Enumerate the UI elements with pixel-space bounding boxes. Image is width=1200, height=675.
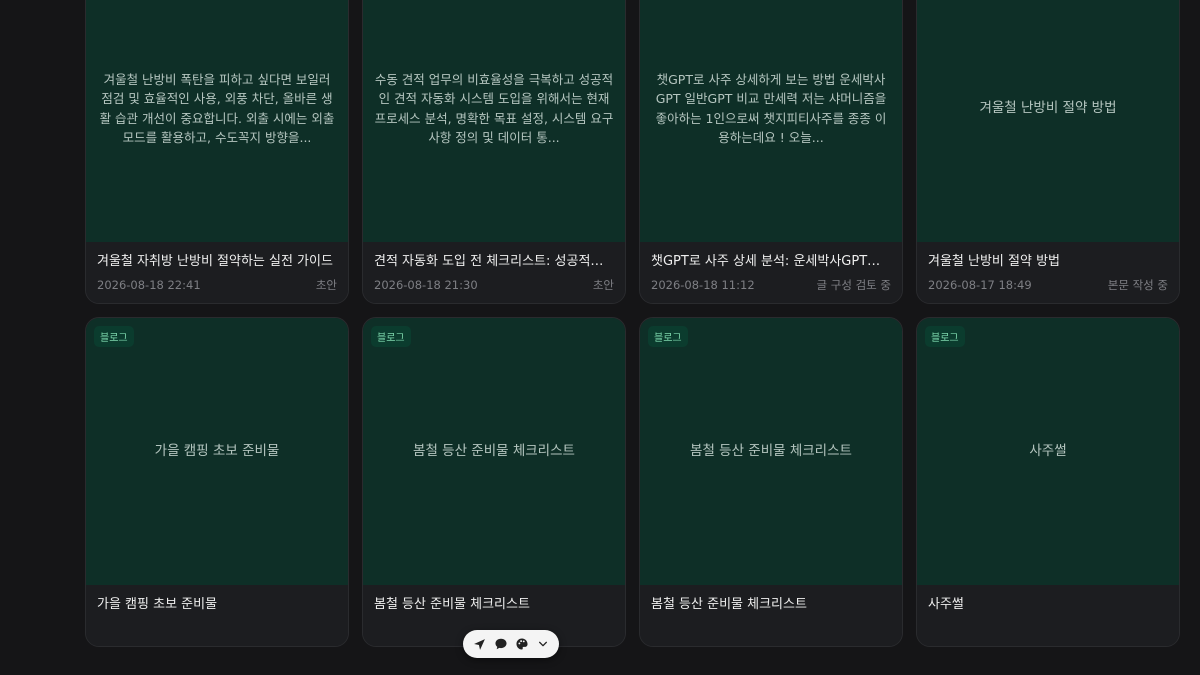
card-title: 견적 자동화 도입 전 체크리스트: 성공적인 도입을 위한 가이드	[374, 254, 614, 269]
content-card[interactable]: 봄철 등산 준비물 체크리스트 블로그 봄철 등산 준비물 체크리스트	[639, 317, 903, 647]
card-meta: 2026-08-18 22:41 초안	[97, 277, 337, 293]
chat-bubble-icon[interactable]	[492, 635, 510, 653]
content-card[interactable]: 봄철 등산 준비물 체크리스트 블로그 봄철 등산 준비물 체크리스트	[362, 317, 626, 647]
card-info: 사주썰	[917, 585, 1179, 646]
chevron-down-icon[interactable]	[534, 635, 552, 653]
card-excerpt: 봄철 등산 준비물 체크리스트	[690, 442, 852, 459]
card-info: 가을 캠핑 초보 준비물	[86, 585, 348, 646]
card-title: 겨울철 난방비 절약 방법	[928, 254, 1060, 269]
content-card[interactable]: 수동 견적 업무의 비효율성을 극복하고 성공적인 견적 자동화 시스템 도입을…	[362, 0, 626, 304]
category-badge: 블로그	[94, 326, 134, 347]
card-date: 2026-08-18 21:30	[374, 278, 478, 292]
content-card[interactable]: 겨울철 난방비 절약 방법 겨울철 난방비 절약 방법 2026-08-17 1…	[916, 0, 1180, 304]
card-thumbnail: 봄철 등산 준비물 체크리스트	[640, 318, 902, 585]
content-card[interactable]: 사주썰 블로그 사주썰	[916, 317, 1180, 647]
card-excerpt: 수동 견적 업무의 비효율성을 극복하고 성공적인 견적 자동화 시스템 도입을…	[374, 71, 614, 146]
card-meta: 2026-08-18 11:12 글 구성 검토 중	[651, 277, 891, 293]
card-title: 겨울철 자취방 난방비 절약하는 실전 가이드	[97, 254, 333, 269]
card-excerpt: 겨울철 난방비 폭탄을 피하고 싶다면 보일러 점검 및 효율적인 사용, 외풍…	[99, 71, 335, 146]
card-title: 챗GPT로 사주 상세 분석: 운세박사GPT와 일반GPT 비교	[651, 254, 891, 269]
floating-toolbar	[463, 630, 559, 658]
card-status: 글 구성 검토 중	[816, 278, 891, 292]
card-title: 봄철 등산 준비물 체크리스트	[651, 597, 807, 612]
card-status: 초안	[592, 278, 614, 292]
card-info: 봄철 등산 준비물 체크리스트	[640, 585, 902, 646]
card-thumbnail: 봄철 등산 준비물 체크리스트	[363, 318, 625, 585]
content-card[interactable]: 겨울철 난방비 폭탄을 피하고 싶다면 보일러 점검 및 효율적인 사용, 외풍…	[85, 0, 349, 304]
card-thumbnail: 겨울철 난방비 폭탄을 피하고 싶다면 보일러 점검 및 효율적인 사용, 외풍…	[86, 0, 348, 242]
content-card-grid: 겨울철 난방비 폭탄을 피하고 싶다면 보일러 점검 및 효율적인 사용, 외풍…	[85, 0, 1182, 647]
card-meta: 2026-08-18 21:30 초안	[374, 277, 614, 293]
card-info: 견적 자동화 도입 전 체크리스트: 성공적인 도입을 위한 가이드 2026-…	[363, 242, 625, 303]
content-card[interactable]: 챗GPT로 사주 상세하게 보는 방법 운세박사GPT 일반GPT 비교 만세력…	[639, 0, 903, 304]
card-thumbnail: 겨울철 난방비 절약 방법	[917, 0, 1179, 242]
card-meta: 2026-08-17 18:49 본문 작성 중	[928, 277, 1168, 293]
card-date: 2026-08-18 11:12	[651, 278, 755, 292]
card-date: 2026-08-18 22:41	[97, 278, 201, 292]
category-badge: 블로그	[648, 326, 688, 347]
content-card[interactable]: 가을 캠핑 초보 준비물 블로그 가을 캠핑 초보 준비물	[85, 317, 349, 647]
palette-icon[interactable]	[513, 635, 531, 653]
card-excerpt: 챗GPT로 사주 상세하게 보는 방법 운세박사GPT 일반GPT 비교 만세력…	[655, 71, 887, 146]
card-date: 2026-08-17 18:49	[928, 278, 1032, 292]
card-thumbnail: 가을 캠핑 초보 준비물	[86, 318, 348, 585]
card-info: 겨울철 자취방 난방비 절약하는 실전 가이드 2026-08-18 22:41…	[86, 242, 348, 303]
card-info: 챗GPT로 사주 상세 분석: 운세박사GPT와 일반GPT 비교 2026-0…	[640, 242, 902, 303]
card-info: 겨울철 난방비 절약 방법 2026-08-17 18:49 본문 작성 중	[917, 242, 1179, 303]
card-excerpt: 봄철 등산 준비물 체크리스트	[413, 442, 575, 459]
category-badge: 블로그	[371, 326, 411, 347]
card-title: 봄철 등산 준비물 체크리스트	[374, 597, 530, 612]
card-thumbnail: 챗GPT로 사주 상세하게 보는 방법 운세박사GPT 일반GPT 비교 만세력…	[640, 0, 902, 242]
card-status: 본문 작성 중	[1107, 278, 1168, 292]
category-badge: 블로그	[925, 326, 965, 347]
card-status: 초안	[315, 278, 337, 292]
send-icon[interactable]	[471, 635, 489, 653]
card-title: 사주썰	[928, 597, 964, 612]
card-excerpt: 사주썰	[1029, 442, 1067, 459]
card-thumbnail: 사주썰	[917, 318, 1179, 585]
card-excerpt: 가을 캠핑 초보 준비물	[154, 442, 280, 459]
card-title: 가을 캠핑 초보 준비물	[97, 597, 218, 612]
card-excerpt: 겨울철 난방비 절약 방법	[979, 99, 1117, 116]
card-thumbnail: 수동 견적 업무의 비효율성을 극복하고 성공적인 견적 자동화 시스템 도입을…	[363, 0, 625, 242]
